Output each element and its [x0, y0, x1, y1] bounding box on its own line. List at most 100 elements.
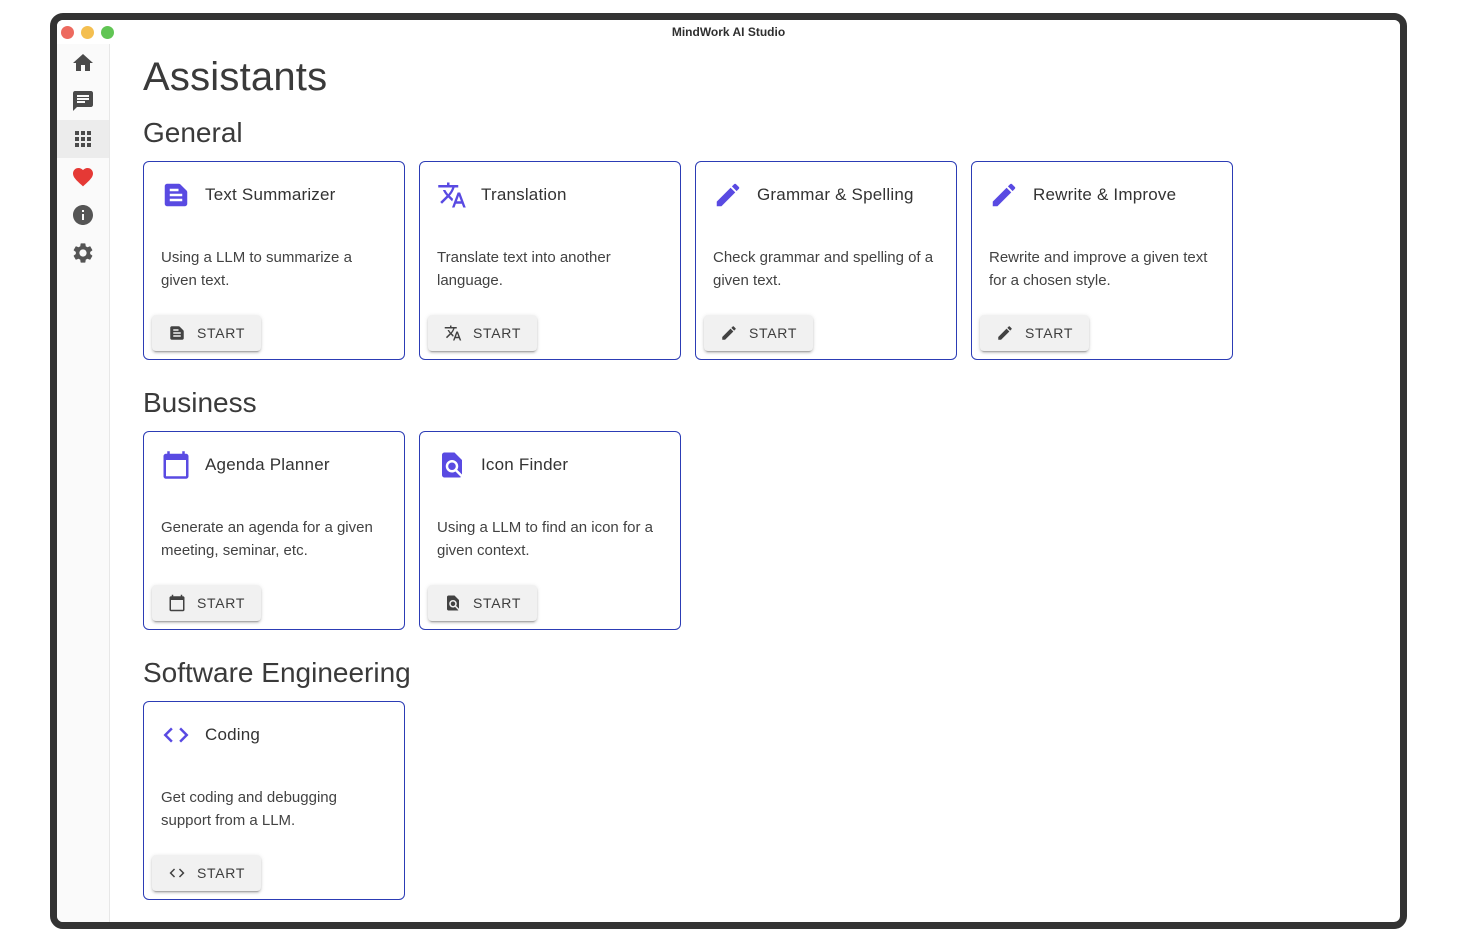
card-title: Icon Finder: [481, 455, 568, 475]
section-title: General: [143, 116, 1367, 150]
card-description: Rewrite and improve a given text for a c…: [972, 246, 1232, 292]
maximize-button[interactable]: [101, 26, 114, 39]
start-button-label: START: [197, 865, 245, 881]
sidebar-item-supporters[interactable]: [57, 158, 109, 196]
card-title: Text Summarizer: [205, 185, 336, 205]
sidebar-item-assistants[interactable]: [57, 120, 109, 158]
assistant-card: Text Summarizer Using a LLM to summarize…: [143, 161, 405, 360]
start-button-label: START: [197, 595, 245, 611]
section-title: Business: [143, 386, 1367, 420]
card-description: Generate an agenda for a given meeting, …: [144, 516, 404, 562]
assistant-card: Grammar & Spelling Check grammar and spe…: [695, 161, 957, 360]
page-title: Assistants: [143, 53, 1367, 101]
heart-icon: [71, 165, 95, 189]
card-title: Rewrite & Improve: [1033, 185, 1176, 205]
info-icon: [71, 203, 95, 227]
app-window: MindWork AI Studio Assistants General Te…: [50, 13, 1407, 929]
calendar-icon: [168, 594, 186, 612]
card-header: Text Summarizer: [144, 162, 404, 210]
sidebar-item-settings[interactable]: [57, 234, 109, 272]
start-button-label: START: [473, 325, 521, 341]
start-button[interactable]: START: [152, 315, 261, 351]
sidebar-item-chat[interactable]: [57, 82, 109, 120]
card-header: Icon Finder: [420, 432, 680, 480]
titlebar: MindWork AI Studio: [57, 20, 1400, 44]
translate-icon: [444, 324, 462, 342]
assistant-card: Translation Translate text into another …: [419, 161, 681, 360]
card-icon: [989, 180, 1019, 210]
card-icon: [437, 180, 467, 210]
card-header: Coding: [144, 702, 404, 750]
find-in-page-icon: [444, 594, 462, 612]
card-header: Rewrite & Improve: [972, 162, 1232, 210]
card-icon: [161, 180, 191, 210]
text-snippet-icon: [161, 180, 191, 210]
edit-pencil-icon: [989, 180, 1019, 210]
card-icon: [161, 720, 191, 750]
section-title: Software Engineering: [143, 656, 1367, 690]
translate-icon: [437, 180, 467, 210]
find-in-page-icon: [437, 450, 467, 480]
card-title: Translation: [481, 185, 567, 205]
start-button[interactable]: START: [428, 585, 537, 621]
card-header: Agenda Planner: [144, 432, 404, 480]
main-content: Assistants General Text Summarizer Using…: [110, 44, 1400, 922]
start-button[interactable]: START: [152, 585, 261, 621]
sidebar-item-home[interactable]: [57, 44, 109, 82]
card-icon: [161, 450, 191, 480]
card-header: Translation: [420, 162, 680, 210]
assistant-card: Agenda Planner Generate an agenda for a …: [143, 431, 405, 630]
card-actions: START: [704, 315, 813, 351]
start-button-icon: [444, 594, 462, 612]
code-icon: [161, 720, 191, 750]
card-title: Grammar & Spelling: [757, 185, 914, 205]
close-button[interactable]: [61, 26, 74, 39]
start-button-label: START: [1025, 325, 1073, 341]
window-body: Assistants General Text Summarizer Using…: [57, 44, 1400, 922]
start-button-label: START: [749, 325, 797, 341]
start-button-icon: [168, 864, 186, 882]
gear-icon: [71, 241, 95, 265]
start-button-icon: [168, 594, 186, 612]
edit-pencil-icon: [720, 324, 738, 342]
card-row: Text Summarizer Using a LLM to summarize…: [143, 161, 1367, 360]
start-button-label: START: [473, 595, 521, 611]
apps-grid-icon: [71, 127, 95, 151]
sidebar: [57, 44, 110, 922]
window-title: MindWork AI Studio: [57, 25, 1400, 39]
sidebar-item-about[interactable]: [57, 196, 109, 234]
start-button-icon: [720, 324, 738, 342]
edit-pencil-icon: [713, 180, 743, 210]
card-actions: START: [428, 315, 537, 351]
card-description: Using a LLM to summarize a given text.: [144, 246, 404, 292]
card-actions: START: [152, 315, 261, 351]
card-description: Using a LLM to find an icon for a given …: [420, 516, 680, 562]
card-description: Translate text into another language.: [420, 246, 680, 292]
start-button-label: START: [197, 325, 245, 341]
card-description: Get coding and debugging support from a …: [144, 786, 404, 832]
calendar-icon: [161, 450, 191, 480]
start-button-icon: [996, 324, 1014, 342]
card-title: Coding: [205, 725, 260, 745]
card-row: Coding Get coding and debugging support …: [143, 701, 1367, 900]
card-actions: START: [152, 855, 261, 891]
home-icon: [71, 51, 95, 75]
code-icon: [168, 864, 186, 882]
start-button[interactable]: START: [980, 315, 1089, 351]
traffic-lights: [61, 20, 114, 44]
start-button[interactable]: START: [704, 315, 813, 351]
start-button-icon: [168, 324, 186, 342]
start-button[interactable]: START: [152, 855, 261, 891]
minimize-button[interactable]: [81, 26, 94, 39]
card-title: Agenda Planner: [205, 455, 330, 475]
card-actions: START: [980, 315, 1089, 351]
card-actions: START: [152, 585, 261, 621]
chat-icon: [71, 89, 95, 113]
assistant-card: Coding Get coding and debugging support …: [143, 701, 405, 900]
card-row: Agenda Planner Generate an agenda for a …: [143, 431, 1367, 630]
card-actions: START: [428, 585, 537, 621]
card-icon: [437, 450, 467, 480]
start-button-icon: [444, 324, 462, 342]
assistant-card: Icon Finder Using a LLM to find an icon …: [419, 431, 681, 630]
start-button[interactable]: START: [428, 315, 537, 351]
